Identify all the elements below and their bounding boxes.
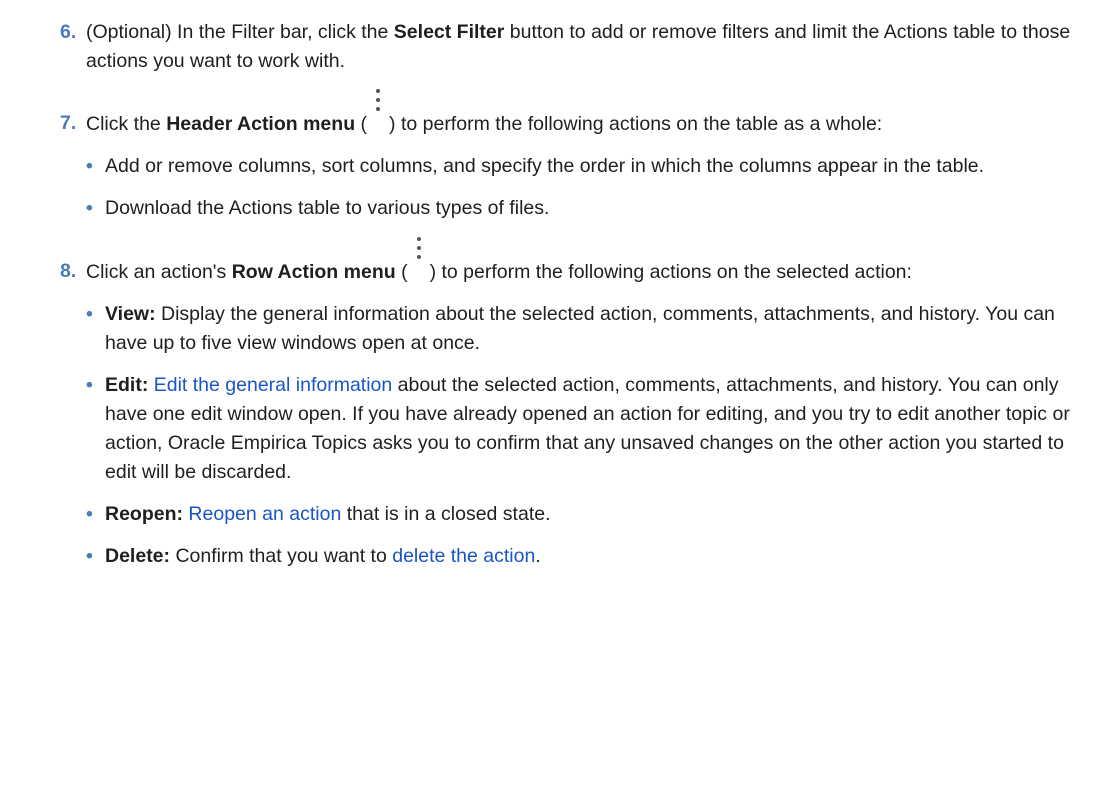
bullet: • bbox=[86, 155, 93, 177]
delete-label: Delete: bbox=[105, 545, 171, 567]
step-number: 7. bbox=[60, 112, 77, 134]
step-text: (Optional) In the Filter bar, click the … bbox=[86, 18, 1078, 76]
text: (Optional) In the Filter bar, click the bbox=[86, 21, 394, 43]
text: ( bbox=[355, 113, 368, 135]
list-item-text: Display the general information about th… bbox=[105, 303, 1055, 354]
step-text: Click the Header Action menu ( ) to perfo… bbox=[86, 79, 1078, 139]
select-filter-label: Select Filter bbox=[393, 21, 505, 43]
view-label: View: bbox=[105, 303, 156, 325]
text: ) to perform the following actions on th… bbox=[429, 261, 912, 283]
header-action-menu-label: Header Action menu bbox=[166, 113, 356, 135]
bullet-list: • View: Display the general information a… bbox=[86, 300, 1078, 571]
list-item-text: Add or remove columns, sort columns, and… bbox=[105, 155, 985, 177]
reopen-label: Reopen: bbox=[105, 503, 183, 525]
step-6: 6. (Optional) In the Filter bar, click t… bbox=[0, 18, 1108, 76]
list-item-edit: • Edit: Edit the general information abou… bbox=[86, 371, 1078, 487]
bullet-list: • Add or remove columns, sort columns, an… bbox=[86, 152, 1078, 223]
bullet: • bbox=[86, 197, 93, 219]
text: ( bbox=[395, 261, 408, 283]
step-text: Click an action's Row Action menu ( ) to … bbox=[86, 227, 1078, 287]
text: Click an action's bbox=[86, 261, 232, 283]
list-item-text: that is in a closed state. bbox=[341, 503, 551, 525]
list-item-text: . bbox=[535, 545, 541, 567]
list-item: • Download the Actions table to various t… bbox=[86, 194, 1078, 223]
delete-action-link[interactable]: delete the action bbox=[392, 545, 535, 567]
reopen-action-link[interactable]: Reopen an action bbox=[188, 503, 341, 525]
vertical-ellipsis-icon bbox=[408, 227, 430, 281]
list-item: • Add or remove columns, sort columns, an… bbox=[86, 152, 1078, 181]
list-item-reopen: • Reopen: Reopen an action that is in a c… bbox=[86, 500, 1078, 529]
step-number: 8. bbox=[60, 260, 77, 282]
step-8: 8. Click an action's Row Action menu ( ) … bbox=[0, 227, 1108, 571]
edit-general-information-link[interactable]: Edit the general information bbox=[154, 374, 392, 396]
text: ) to perform the following actions on th… bbox=[389, 113, 883, 135]
list-item-text: Confirm that you want to bbox=[170, 545, 393, 567]
row-action-menu-label: Row Action menu bbox=[231, 261, 396, 283]
list-item-text: Download the Actions table to various ty… bbox=[105, 197, 550, 219]
edit-label: Edit: bbox=[105, 374, 149, 396]
step-number: 6. bbox=[60, 21, 77, 43]
bullet: • bbox=[86, 545, 93, 567]
bullet: • bbox=[86, 374, 93, 396]
step-7: 7. Click the Header Action menu ( ) to pe… bbox=[0, 79, 1108, 223]
bullet: • bbox=[86, 503, 93, 525]
text: Click the bbox=[86, 113, 167, 135]
list-item-delete: • Delete: Confirm that you want to delete… bbox=[86, 542, 1078, 571]
vertical-ellipsis-icon bbox=[367, 79, 389, 133]
list-item-view: • View: Display the general information a… bbox=[86, 300, 1078, 358]
bullet: • bbox=[86, 303, 93, 325]
